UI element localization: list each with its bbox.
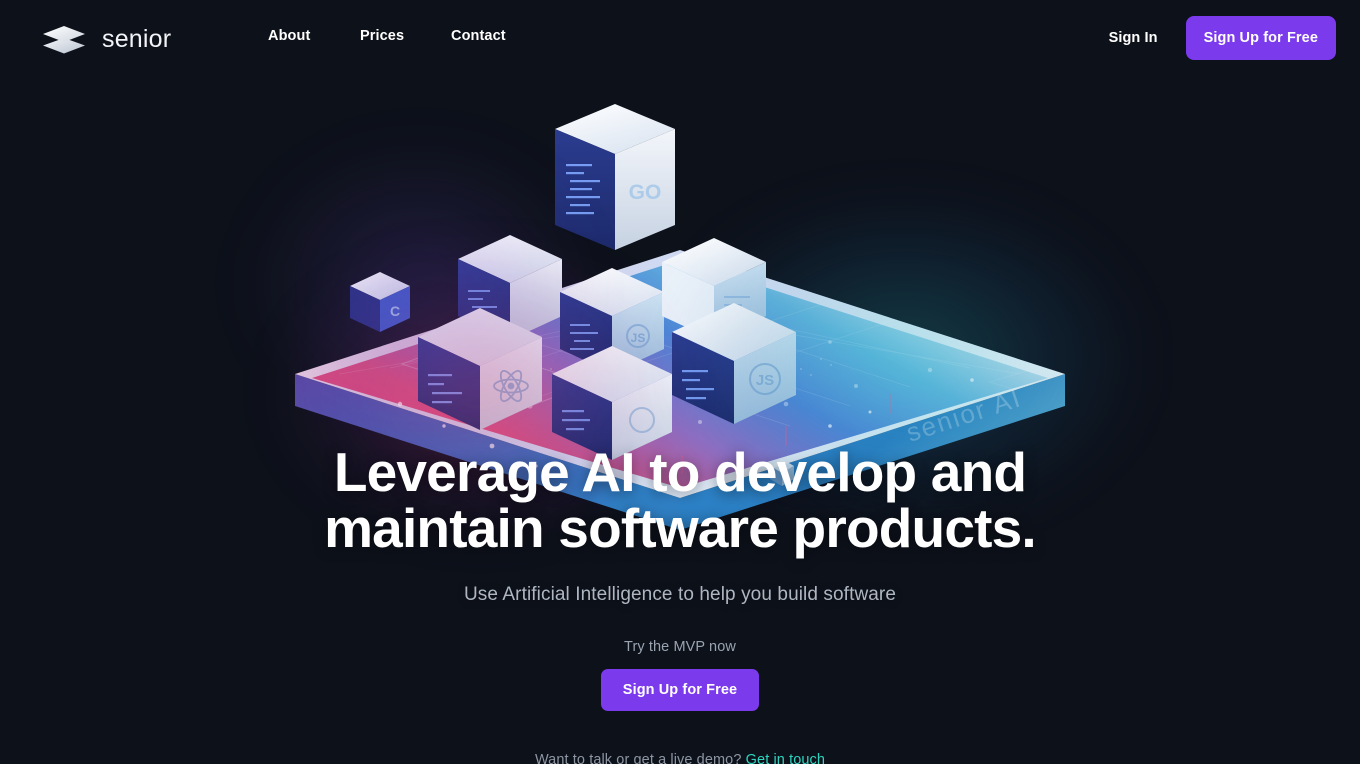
hero-sign-up-button[interactable]: Sign Up for Free [600,669,760,711]
nav-item-about[interactable]: About [268,28,360,44]
svg-text:GO: GO [629,181,662,204]
brand-name: senior [102,24,172,53]
header-sign-up-button[interactable]: Sign Up for Free [1185,16,1336,60]
platform-embossed-label: senior AI [903,382,1026,447]
brand-logo[interactable]: senior [40,22,171,58]
hero-subtitle: Use Artificial Intelligence to help you … [463,584,897,605]
headline-line-2: maintain software products. [324,497,1037,559]
sign-in-link[interactable]: Sign In [1109,30,1158,46]
headline-line-1: Leverage AI to develop and [333,441,1027,503]
landing-page: senior About Prices Contact Sign In Sign… [0,0,1360,764]
layers-stack-icon [40,22,88,58]
demo-prompt-text: Want to talk or get a live demo? [534,752,742,764]
cube-mid-left [458,235,562,340]
cube-mid-center: JS [560,268,664,373]
hero-section: senior AI GO JS JS C Leverage AI to deve… [0,79,1360,764]
page-title: Leverage AI to develop and maintain soft… [0,444,1360,556]
cube-react [418,308,542,430]
primary-nav: About Prices Contact [268,28,541,44]
demo-prompt: Want to talk or get a live demo? Get in … [0,752,1360,764]
glow-violet [240,134,600,434]
svg-text:C: C [390,303,400,319]
hero-cta: Try the MVP now Sign Up for Free [0,639,1360,711]
hero-copy: Leverage AI to develop and maintain soft… [0,444,1360,764]
svg-text:JS: JS [756,372,774,389]
cube-mid-right [662,238,766,340]
header-actions: Sign In Sign Up for Free [1109,16,1336,60]
cube-js: JS [672,303,796,424]
cube-go: GO [555,104,675,250]
svg-text:JS: JS [631,331,646,345]
cta-kicker-text: Try the MVP now [624,639,736,655]
get-in-touch-link[interactable]: Get in touch [746,752,825,764]
nav-item-prices[interactable]: Prices [360,28,451,44]
site-header: senior About Prices Contact Sign In Sign… [0,0,1360,79]
svg-text:senior AI: senior AI [903,382,1026,447]
cube-small-left: C [350,272,410,332]
nav-item-contact[interactable]: Contact [451,28,541,44]
